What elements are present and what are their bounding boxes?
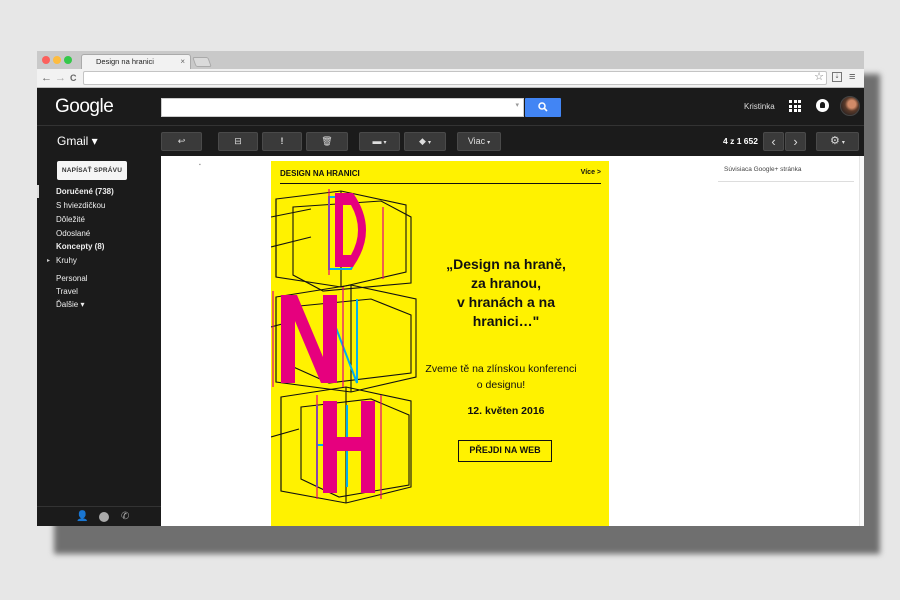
- sidebar-item-more[interactable]: Ďalšie ▾: [56, 300, 84, 309]
- search-input[interactable]: ▾: [161, 98, 524, 117]
- sidebar-item-drafts[interactable]: Koncepty (8): [56, 242, 104, 251]
- gmail-toolbar: Gmail ▾ ↩ ⊟ ! 🗑 ▬ ▾ ◆ ▾ Viac ▾ 4 z 1 652 ‹ …: [37, 126, 864, 156]
- browser-menu-icon[interactable]: ≡: [849, 72, 855, 83]
- sidebar-footer: 👤 ✆: [37, 506, 161, 526]
- back-arrow-icon[interactable]: ←: [41, 70, 52, 87]
- selected-indicator: [37, 185, 39, 198]
- hangouts-icon[interactable]: [99, 512, 109, 522]
- email-headline: „Design na hraně, za hranou, v hranách a…: [446, 256, 566, 329]
- avatar[interactable]: [840, 96, 860, 116]
- delete-button[interactable]: 🗑: [306, 132, 348, 151]
- sidebar-item-travel[interactable]: Travel: [56, 287, 78, 296]
- new-tab-button[interactable]: [192, 57, 212, 67]
- reload-icon[interactable]: C: [70, 70, 77, 87]
- person-icon[interactable]: 👤: [76, 511, 88, 522]
- phone-icon[interactable]: ✆: [121, 511, 129, 522]
- move-to-button[interactable]: ▬ ▾: [359, 132, 400, 151]
- sidebar: NAPÍSAŤ SPRÁVU Doručené (738) S hviezdič…: [37, 156, 161, 526]
- sidebar-item-circles[interactable]: Kruhy: [56, 256, 77, 265]
- message-marker-icon: ▪: [199, 162, 201, 168]
- visit-website-button[interactable]: PŘEJDI NA WEB: [458, 440, 552, 462]
- search-icon: [538, 102, 548, 112]
- email-invitation: Zveme tě na zlínskou konferenci o design…: [425, 363, 577, 391]
- email-header: DESIGN NA HRANICI Více >: [280, 169, 601, 178]
- google-logo[interactable]: Google: [55, 96, 114, 118]
- report-spam-button[interactable]: !: [262, 132, 302, 151]
- related-google-plus-page[interactable]: Súvisiaca Google+ stránka: [724, 166, 862, 173]
- more-button[interactable]: Viac ▾: [457, 132, 501, 151]
- email-newsletter: DESIGN NA HRANICI Více > „Design na hran…: [271, 161, 609, 526]
- search-button[interactable]: [525, 98, 561, 117]
- notifications-icon[interactable]: [816, 99, 829, 112]
- tab-title: Design na hranici: [96, 57, 154, 66]
- url-input[interactable]: ☆: [83, 71, 827, 85]
- folder-icon: ▬: [372, 136, 382, 146]
- archive-icon: ⊟: [234, 136, 242, 146]
- scrollbar[interactable]: [859, 156, 864, 526]
- divider: [280, 183, 601, 184]
- extension-icon[interactable]: ⇣: [832, 72, 842, 82]
- sidebar-item-personal[interactable]: Personal: [56, 274, 88, 283]
- tab-close-icon[interactable]: ×: [180, 55, 185, 69]
- more-label: Viac: [467, 136, 486, 146]
- divider: [718, 181, 854, 182]
- maximize-window-button[interactable]: [64, 56, 72, 64]
- settings-button[interactable]: ⚙ ▾: [816, 132, 859, 151]
- chevron-right-icon: ›: [793, 134, 798, 149]
- minimize-window-button[interactable]: [53, 56, 61, 64]
- bookmark-star-icon[interactable]: ☆: [814, 70, 824, 83]
- browser-window: Design na hranici × ← → C ☆ ⇣ ≡ Google ▾…: [37, 51, 864, 526]
- compose-button[interactable]: NAPÍSAŤ SPRÁVU: [57, 161, 127, 180]
- newer-button[interactable]: ‹: [763, 132, 784, 151]
- sidebar-item-sent[interactable]: Odoslané: [56, 229, 90, 238]
- spam-icon: !: [280, 136, 284, 146]
- gmail-header: Google ▾ Kristinka: [37, 88, 864, 126]
- archive-button[interactable]: ⊟: [218, 132, 258, 151]
- sidebar-item-starred[interactable]: S hviezdičkou: [56, 201, 105, 210]
- gmail-menu-label[interactable]: Gmail ▾: [57, 134, 98, 148]
- expand-caret-icon[interactable]: ▸: [47, 257, 50, 264]
- event-date: 12. květen 2016: [467, 405, 545, 417]
- email-header-title: DESIGN NA HRANICI: [280, 169, 360, 178]
- labels-button[interactable]: ◆ ▾: [404, 132, 446, 151]
- older-button[interactable]: ›: [785, 132, 806, 151]
- label-icon: ◆: [419, 136, 426, 146]
- trash-icon: 🗑: [321, 136, 333, 146]
- search-options-caret-icon[interactable]: ▾: [515, 101, 519, 109]
- pagination-count: 4 z 1 652: [723, 136, 758, 146]
- back-to-inbox-button[interactable]: ↩: [161, 132, 202, 151]
- chevron-left-icon: ‹: [771, 134, 776, 149]
- sidebar-item-important[interactable]: Dôležité: [56, 215, 85, 224]
- tab-bar: Design na hranici ×: [37, 51, 864, 69]
- dnh-letters-artwork: [271, 189, 417, 504]
- browser-tab[interactable]: Design na hranici ×: [81, 54, 191, 69]
- close-window-button[interactable]: [42, 56, 50, 64]
- email-more-link[interactable]: Více >: [581, 169, 601, 176]
- forward-arrow-icon[interactable]: →: [55, 70, 66, 87]
- reply-arrow-icon: ↩: [177, 136, 186, 146]
- apps-grid-icon[interactable]: [789, 100, 801, 112]
- sidebar-item-inbox[interactable]: Doručené (738): [56, 187, 114, 196]
- user-name[interactable]: Kristinka: [744, 102, 775, 111]
- address-bar-row: ← → C ☆ ⇣ ≡: [37, 69, 864, 88]
- gear-icon: ⚙: [830, 135, 840, 147]
